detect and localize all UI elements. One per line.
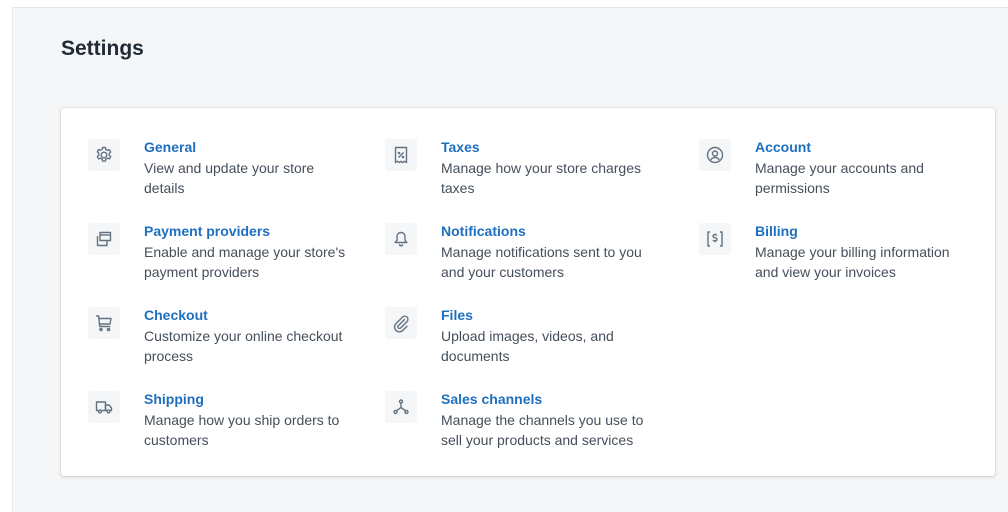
paperclip-icon bbox=[385, 307, 417, 339]
settings-item-label: Sales channels bbox=[441, 391, 543, 407]
settings-item-account[interactable]: Account Manage your accounts and permiss… bbox=[699, 139, 969, 198]
settings-item-payment-providers[interactable]: Payment providers Enable and manage your… bbox=[88, 223, 358, 282]
settings-item-shipping[interactable]: Shipping Manage how you ship orders to c… bbox=[88, 391, 358, 450]
settings-item-description: Manage the channels you use to sell your… bbox=[441, 412, 644, 448]
settings-item-description: Manage your accounts and permissions bbox=[755, 160, 924, 196]
settings-item-checkout[interactable]: Checkout Customize your online checkout … bbox=[88, 307, 358, 366]
settings-item-description: Upload images, videos, and documents bbox=[441, 328, 614, 364]
gear-icon bbox=[88, 139, 120, 171]
sales-channels-icon bbox=[385, 391, 417, 423]
settings-item-description: Enable and manage your store's payment p… bbox=[144, 244, 346, 280]
settings-item-description: Manage your billing information and view… bbox=[755, 244, 950, 280]
settings-item-label: Billing bbox=[755, 223, 798, 239]
settings-item-label: Payment providers bbox=[144, 223, 271, 239]
truck-icon bbox=[88, 391, 120, 423]
settings-page: Settings General View and update your st… bbox=[12, 7, 1008, 512]
bell-icon bbox=[385, 223, 417, 255]
settings-card: General View and update your store detai… bbox=[61, 108, 995, 476]
page-title: Settings bbox=[61, 37, 144, 60]
settings-item-files[interactable]: Files Upload images, videos, and documen… bbox=[385, 307, 655, 366]
payment-card-icon bbox=[88, 223, 120, 255]
cart-icon bbox=[88, 307, 120, 339]
settings-item-label: Shipping bbox=[144, 391, 204, 407]
settings-item-label: Account bbox=[755, 139, 811, 155]
billing-icon bbox=[699, 223, 731, 255]
tax-receipt-icon bbox=[385, 139, 417, 171]
settings-item-label: Taxes bbox=[441, 139, 480, 155]
settings-item-label: Files bbox=[441, 307, 473, 323]
settings-item-taxes[interactable]: Taxes Manage how your store charges taxe… bbox=[385, 139, 655, 198]
settings-item-description: Manage how your store charges taxes bbox=[441, 160, 641, 196]
settings-item-description: Manage notifications sent to you and you… bbox=[441, 244, 642, 280]
settings-item-description: Manage how you ship orders to customers bbox=[144, 412, 340, 448]
settings-item-notifications[interactable]: Notifications Manage notifications sent … bbox=[385, 223, 655, 282]
settings-item-sales-channels[interactable]: Sales channels Manage the channels you u… bbox=[385, 391, 655, 450]
settings-item-label: General bbox=[144, 139, 197, 155]
settings-item-general[interactable]: General View and update your store detai… bbox=[88, 139, 358, 198]
settings-item-label: Notifications bbox=[441, 223, 526, 239]
user-circle-icon bbox=[699, 139, 731, 171]
settings-item-billing[interactable]: Billing Manage your billing information … bbox=[699, 223, 969, 282]
settings-item-description: Customize your online checkout process bbox=[144, 328, 343, 364]
settings-item-label: Checkout bbox=[144, 307, 208, 323]
settings-item-description: View and update your store details bbox=[144, 160, 315, 196]
